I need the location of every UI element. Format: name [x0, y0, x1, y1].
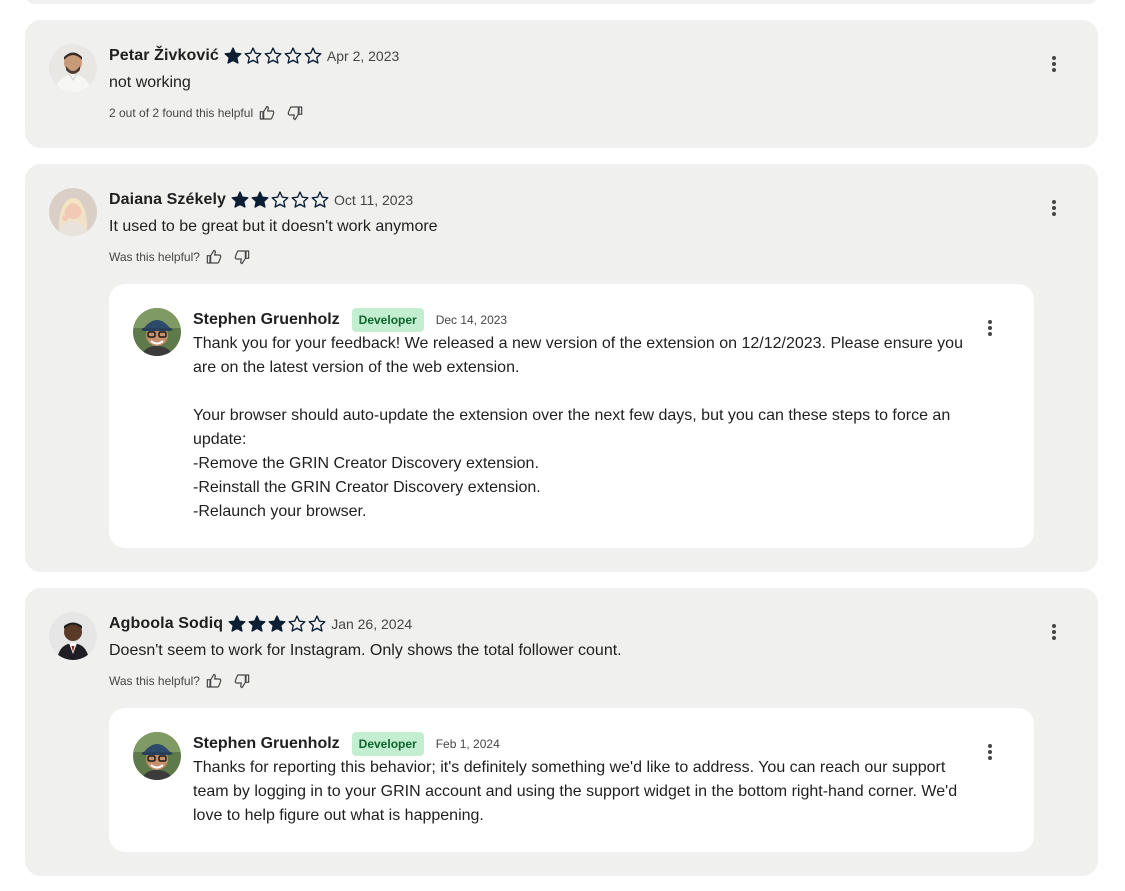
star-outline-icon [304, 47, 322, 64]
more-options-button[interactable] [1042, 620, 1066, 644]
reply-line: Your browser should auto-update the exte… [193, 407, 951, 448]
review-header: Daiana Székely Oct 11, 2023 [109, 188, 413, 212]
review-header: Agboola Sodiq Jan 26, 2024 [109, 612, 412, 636]
more-vert-icon [988, 744, 992, 760]
reply-line: -Reinstall the GRIN Creator Discovery ex… [193, 479, 541, 496]
avatar [49, 612, 97, 660]
developer-badge: Developer [351, 308, 424, 332]
star-outline-icon [271, 191, 289, 208]
thumbs-down-icon [234, 674, 250, 689]
reply-header: Stephen Gruenholz Developer Dec 14, 2023 [193, 308, 507, 332]
thumbs-down-button[interactable] [228, 245, 256, 269]
review-card: Agboola Sodiq Jan 26, 2024 Doesn't seem … [25, 588, 1098, 876]
more-vert-icon [988, 320, 992, 336]
reply-date: Dec 14, 2023 [435, 313, 508, 327]
thumbs-up-icon [259, 105, 275, 120]
review-card: Petar Živković Apr 2, 2023 not working 2… [25, 20, 1098, 148]
reviewer-name: Daiana Székely [109, 191, 227, 208]
reviewer-name: Petar Živković [109, 47, 219, 64]
more-vert-icon [1052, 624, 1056, 640]
thumbs-up-icon [206, 249, 222, 264]
developer-avatar [133, 732, 181, 780]
thumbs-up-button[interactable] [253, 101, 281, 125]
developer-badge: Developer [351, 732, 424, 756]
star-outline-icon [284, 47, 302, 64]
star-outline-icon [291, 191, 309, 208]
reply-more-options-button[interactable] [978, 316, 1002, 340]
review-text: Doesn't seem to work for Instagram. Only… [109, 642, 622, 659]
thumbs-down-icon [234, 250, 250, 265]
developer-name: Stephen Gruenholz [193, 735, 340, 752]
more-vert-icon [1052, 56, 1056, 72]
more-options-button[interactable] [1042, 52, 1066, 76]
reply-more-options-button[interactable] [978, 740, 1002, 764]
star-filled-icon [228, 615, 246, 632]
reviews-list: Petar Živković Apr 2, 2023 not working 2… [0, 0, 1125, 891]
star-outline-icon [311, 191, 329, 208]
thumbs-down-button[interactable] [228, 669, 256, 693]
helpful-row: Was this helpful? [109, 245, 256, 269]
more-vert-icon [1052, 200, 1056, 216]
star-outline-icon [264, 47, 282, 64]
star-outline-icon [308, 615, 326, 632]
more-options-button[interactable] [1042, 196, 1066, 220]
developer-avatar [133, 308, 181, 356]
review-card: Daiana Székely Oct 11, 2023 It used to b… [25, 164, 1098, 572]
thumbs-up-icon [206, 673, 222, 688]
star-filled-icon [268, 615, 286, 632]
helpful-row: 2 out of 2 found this helpful [109, 101, 309, 125]
helpful-text: 2 out of 2 found this helpful [109, 106, 254, 120]
star-filled-icon [224, 47, 242, 64]
review-header: Petar Živković Apr 2, 2023 [109, 44, 399, 68]
star-outline-icon [244, 47, 262, 64]
thumbs-up-button[interactable] [200, 245, 228, 269]
reply-text: Thanks for reporting this behavior; it's… [193, 756, 973, 828]
star-filled-icon [251, 191, 269, 208]
thumbs-down-icon [287, 106, 303, 121]
review-date: Apr 2, 2023 [326, 48, 400, 64]
review-text: It used to be great but it doesn't work … [109, 218, 438, 235]
review-date: Jan 26, 2024 [331, 616, 413, 632]
review-text: not working [109, 74, 191, 91]
reply-line: -Remove the GRIN Creator Discovery exten… [193, 455, 539, 472]
developer-reply: Stephen Gruenholz Developer Feb 1, 2024 … [109, 708, 1034, 852]
star-outline-icon [288, 615, 306, 632]
reply-line: -Relaunch your browser. [193, 503, 367, 520]
reply-line-gap [193, 380, 973, 404]
avatar [49, 188, 97, 236]
reply-header: Stephen Gruenholz Developer Feb 1, 2024 [193, 732, 500, 756]
review-date: Oct 11, 2023 [334, 192, 414, 208]
reply-text: Thank you for your feedback! We released… [193, 332, 973, 524]
thumbs-down-button[interactable] [281, 101, 309, 125]
helpful-row: Was this helpful? [109, 669, 256, 693]
thumbs-up-button[interactable] [200, 669, 228, 693]
star-rating [227, 614, 327, 634]
reply-date: Feb 1, 2024 [435, 737, 500, 751]
reviewer-name: Agboola Sodiq [109, 615, 224, 632]
developer-reply: Stephen Gruenholz Developer Dec 14, 2023… [109, 284, 1034, 548]
developer-name: Stephen Gruenholz [193, 311, 340, 328]
avatar [49, 44, 97, 92]
star-filled-icon [231, 191, 249, 208]
helpful-text: Was this helpful? [109, 674, 200, 688]
star-rating [230, 190, 330, 210]
star-rating [223, 46, 323, 66]
helpful-text: Was this helpful? [109, 250, 200, 264]
previous-review-card [25, 0, 1098, 4]
reply-line: Thank you for your feedback! We released… [193, 335, 963, 376]
star-filled-icon [248, 615, 266, 632]
reply-line: Thanks for reporting this behavior; it's… [193, 759, 958, 824]
